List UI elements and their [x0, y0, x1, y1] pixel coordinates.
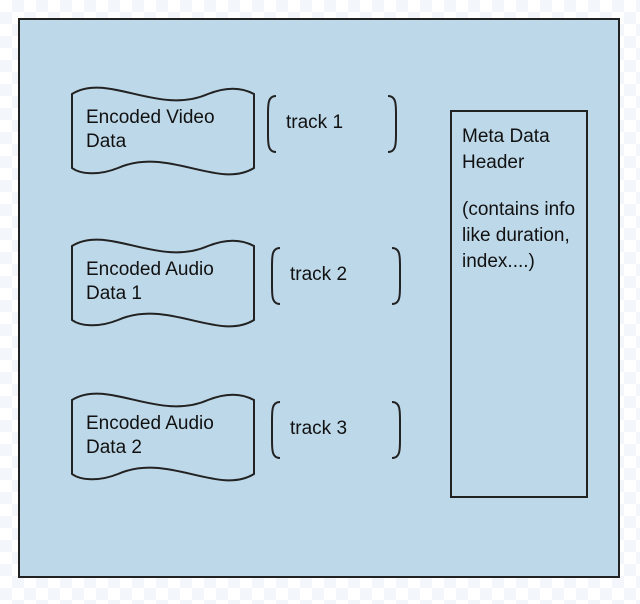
track-label-3: track 3: [266, 400, 406, 460]
track-text: track 2: [290, 264, 347, 286]
meta-title: Meta Data Header: [462, 124, 576, 175]
meta-body: (contains info like duration, index....): [462, 197, 576, 274]
bracket-right-icon: [388, 246, 406, 306]
data-flag-audio-1: Encoded Audio Data 1: [68, 228, 258, 328]
track-label-2: track 2: [266, 246, 406, 306]
data-flag-audio-2: Encoded Audio Data 2: [68, 382, 258, 482]
bracket-left-icon: [266, 246, 284, 306]
bracket-right-icon: [388, 400, 406, 460]
bracket-left-icon: [266, 400, 284, 460]
bracket-right-icon: [384, 94, 402, 154]
flag-label: Encoded Video Data: [86, 106, 236, 154]
track-text: track 1: [286, 112, 343, 134]
container-box: Encoded Video Data track 1 Encoded Audio…: [18, 18, 620, 578]
flag-label: Encoded Audio Data 2: [86, 412, 236, 460]
flag-label: Encoded Audio Data 1: [86, 258, 236, 306]
bracket-left-icon: [262, 94, 280, 154]
track-text: track 3: [290, 418, 347, 440]
track-label-1: track 1: [262, 94, 402, 154]
data-flag-video: Encoded Video Data: [68, 76, 258, 176]
meta-data-header-box: Meta Data Header (contains info like dur…: [450, 110, 588, 498]
